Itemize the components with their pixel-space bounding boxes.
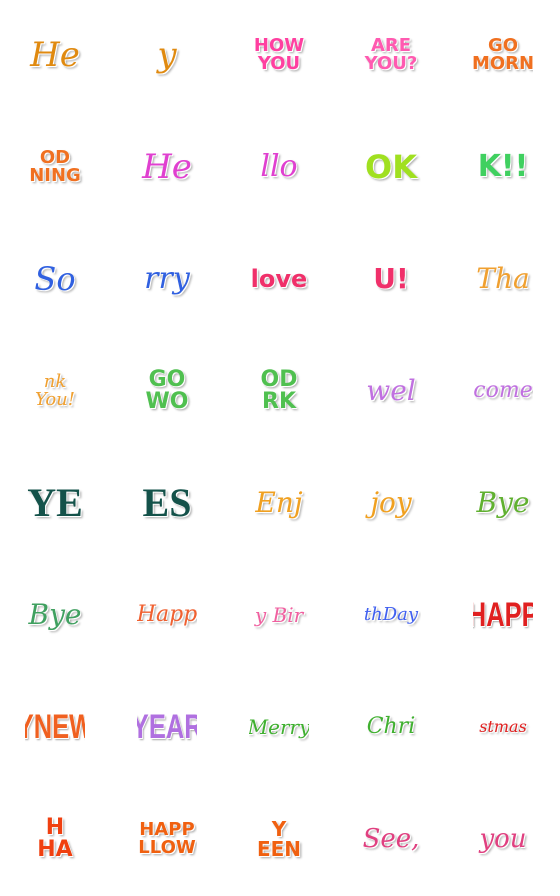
sticker-text: HAPP	[473, 596, 533, 634]
sticker-text: LLOW	[138, 837, 196, 858]
sticker-tile[interactable]: H HA	[25, 802, 85, 876]
sticker-text: Chri	[366, 714, 416, 739]
sticker-tile[interactable]: YEAR	[137, 690, 197, 764]
sticker-tile[interactable]: nk You!	[25, 354, 85, 428]
sticker-tile[interactable]: come	[473, 354, 533, 428]
sticker-text: Happ	[137, 602, 197, 627]
sticker-tile[interactable]: HAPP	[473, 578, 533, 652]
sticker-tile[interactable]: OK	[361, 130, 421, 204]
sticker-text: come	[473, 378, 533, 403]
sticker-tile[interactable]: K!!	[473, 130, 533, 204]
sticker-text: H	[45, 815, 65, 840]
sticker-tile[interactable]: U!	[361, 242, 421, 316]
sticker-text: EEN	[256, 837, 302, 861]
sticker-tile[interactable]: YNEW	[25, 690, 85, 764]
sticker-tile[interactable]: Y EEN	[249, 802, 309, 876]
sticker-tile[interactable]: y	[137, 18, 197, 92]
sticker-tile[interactable]: y Bir	[249, 578, 309, 652]
sticker-text: joy	[370, 486, 412, 519]
sticker-text: OD	[260, 367, 298, 392]
sticker-grid: He y HOW YOU ARE YOU? GO MORN OD NING He llo OK K!! So…	[25, 18, 533, 876]
sticker-text: YOU	[257, 53, 301, 74]
sticker-text: YNEW	[25, 708, 85, 746]
sticker-tile[interactable]: rry	[137, 242, 197, 316]
sticker-text: YEAR	[137, 708, 197, 746]
sticker-text: So	[34, 260, 76, 298]
sticker-text: Tha	[476, 262, 530, 295]
sticker-tile[interactable]: llo	[249, 130, 309, 204]
sticker-tile[interactable]: stmas	[473, 690, 533, 764]
sticker-tile[interactable]: thDay	[361, 578, 421, 652]
sticker-tile[interactable]: GO WO	[137, 354, 197, 428]
sticker-tile[interactable]: Tha	[473, 242, 533, 316]
sticker-tile[interactable]: love	[249, 242, 309, 316]
sticker-tile[interactable]: He	[137, 130, 197, 204]
sticker-tile[interactable]: HOW YOU	[249, 18, 309, 92]
sticker-tile[interactable]: OD RK	[249, 354, 309, 428]
sticker-text: llo	[260, 149, 298, 184]
sticker-text: y	[157, 35, 177, 75]
sticker-text: thDay	[363, 604, 419, 625]
sticker-text: Bye	[28, 598, 82, 631]
sticker-tile[interactable]: wel	[361, 354, 421, 428]
sticker-text: YE	[27, 480, 83, 525]
sticker-text: Enj	[255, 486, 303, 519]
sticker-tile[interactable]: YE	[25, 466, 85, 540]
sticker-tile[interactable]: ES	[137, 466, 197, 540]
sticker-text: MORN	[473, 53, 533, 74]
sticker-text: YOU?	[364, 53, 418, 74]
sticker-tile[interactable]: See,	[361, 802, 421, 876]
sticker-tile[interactable]: Bye	[25, 578, 85, 652]
sticker-text: U!	[373, 262, 409, 295]
sticker-text: rry	[144, 261, 190, 296]
sticker-text: He	[142, 147, 192, 187]
sticker-tile[interactable]: OD NING	[25, 130, 85, 204]
sticker-text: y Bir	[254, 603, 304, 627]
sticker-text: GO	[148, 367, 186, 392]
sticker-tile[interactable]: Bye	[473, 466, 533, 540]
sticker-tile[interactable]: Merry	[249, 690, 309, 764]
sticker-tile[interactable]: Chri	[361, 690, 421, 764]
sticker-tile[interactable]: Enj	[249, 466, 309, 540]
sticker-text: Merry	[249, 715, 309, 739]
sticker-tile[interactable]: Happ	[137, 578, 197, 652]
sticker-text: HA	[37, 837, 73, 862]
sticker-text: K!!	[477, 149, 529, 184]
sticker-text: NING	[29, 165, 81, 186]
sticker-text: wel	[366, 374, 416, 407]
sticker-text: you	[479, 824, 527, 854]
sticker-text: He	[30, 35, 80, 75]
sticker-tile[interactable]: ARE YOU?	[361, 18, 421, 92]
sticker-text: love	[250, 265, 308, 293]
sticker-text: ES	[142, 480, 192, 525]
sticker-text: stmas	[479, 717, 527, 736]
sticker-text: See,	[362, 824, 420, 854]
sticker-text: WO	[145, 389, 189, 414]
sticker-tile[interactable]: HAPP LLOW	[137, 802, 197, 876]
sticker-text: You!	[35, 389, 75, 410]
sticker-tile[interactable]: So	[25, 242, 85, 316]
sticker-tile[interactable]: you	[473, 802, 533, 876]
sticker-text: RK	[262, 389, 296, 414]
sticker-tile[interactable]: He	[25, 18, 85, 92]
sticker-tile[interactable]: GO MORN	[473, 18, 533, 92]
sticker-text: OK	[365, 148, 417, 186]
sticker-tile[interactable]: joy	[361, 466, 421, 540]
sticker-text: Bye	[476, 486, 530, 519]
sticker-text: Y	[271, 817, 287, 841]
